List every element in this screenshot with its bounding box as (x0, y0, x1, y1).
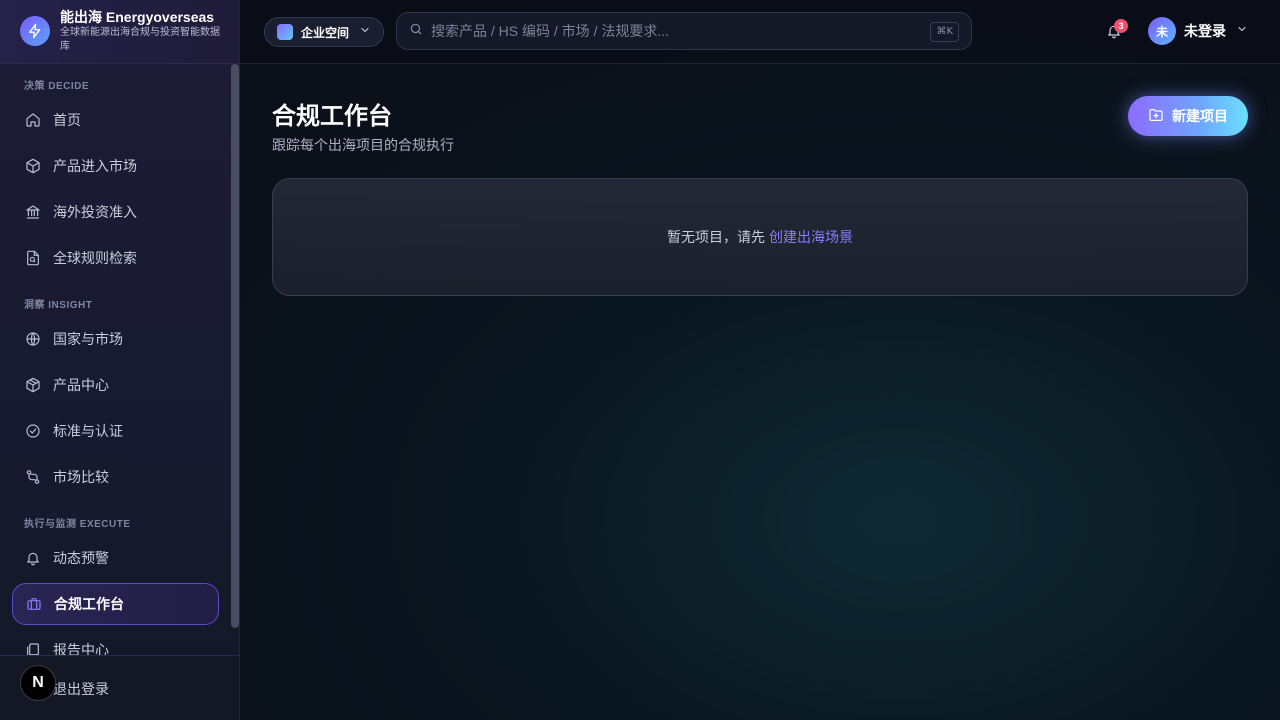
sidebar-item-countries-markets[interactable]: 国家与市场 (12, 318, 219, 360)
search-input[interactable] (431, 23, 911, 39)
globe-icon (25, 331, 41, 347)
page-subtitle: 跟踪每个出海项目的合规执行 (272, 137, 454, 153)
bell-icon (25, 550, 41, 566)
check-circle-icon (25, 423, 41, 439)
section-label-execute: 执行与监测 EXECUTE (24, 519, 131, 530)
chevron-down-icon (359, 23, 371, 41)
sidebar-item-label: 标准与认证 (53, 423, 123, 439)
sidebar-scrollbar[interactable] (231, 64, 239, 628)
sidebar-item-label: 首页 (53, 112, 81, 128)
box-icon (25, 158, 41, 174)
workspace-color-icon (277, 24, 293, 40)
user-menu[interactable]: 未 未登录 (1148, 17, 1248, 45)
chevron-down-icon (1236, 22, 1248, 40)
logout-label: 退出登录 (53, 681, 109, 697)
workspace-label: 企业空间 (301, 25, 350, 40)
sidebar-item-label: 产品中心 (53, 377, 109, 393)
sidebar-item-product-market-entry[interactable]: 产品进入市场 (12, 145, 219, 187)
sidebar-item-compliance-workbench[interactable]: 合规工作台 (12, 583, 219, 625)
sidebar-item-overseas-investment[interactable]: 海外投资准入 (12, 191, 219, 233)
sidebar-item-home[interactable]: 首页 (12, 99, 219, 141)
sidebar-nav: 决策 DECIDE 首页 产品进入市场 海外投资准入 全球规则检索 洞察 INS… (0, 64, 230, 656)
empty-projects-card: 暂无项目，请先 创建出海场景 (272, 178, 1248, 296)
search-shortcut-hint: ⌘K (930, 22, 959, 42)
notification-count-badge: 3 (1114, 19, 1128, 33)
brand-subtitle: 全球新能源出海合规与投资智能数据库 (60, 27, 220, 52)
bank-icon (25, 204, 41, 220)
workspace-switcher[interactable]: 企业空间 (264, 17, 384, 47)
new-project-button[interactable]: 新建项目 (1128, 96, 1248, 136)
sidebar-item-alerts[interactable]: 动态预警 (12, 537, 219, 579)
create-scenario-link[interactable]: 创建出海场景 (769, 227, 853, 247)
new-project-label: 新建项目 (1172, 108, 1228, 124)
next-dev-badge[interactable]: N (20, 665, 56, 701)
brand-header[interactable]: 能出海 Energyoverseas 全球新能源出海合规与投资智能数据库 (0, 0, 239, 64)
sidebar-item-label: 国家与市场 (53, 331, 123, 347)
sidebar-item-standards-certification[interactable]: 标准与认证 (12, 410, 219, 452)
page-title: 合规工作台 (272, 103, 392, 130)
empty-state-text: 暂无项目，请先 (667, 229, 765, 245)
section-label-insight: 洞察 INSIGHT (24, 300, 93, 311)
sidebar-item-product-center[interactable]: 产品中心 (12, 364, 219, 406)
topbar: 企业空间 ⌘K 3 未 未登录 (240, 0, 1280, 64)
avatar: 未 (1148, 17, 1176, 45)
sidebar-item-global-rules-search[interactable]: 全球规则检索 (12, 237, 219, 279)
sidebar-item-market-compare[interactable]: 市场比较 (12, 456, 219, 498)
sidebar-item-label: 产品进入市场 (53, 158, 137, 174)
home-icon (25, 112, 41, 128)
sidebar-item-label: 海外投资准入 (53, 204, 137, 220)
briefcase-icon (26, 596, 42, 612)
section-label-decide: 决策 DECIDE (24, 81, 90, 92)
search-box[interactable]: ⌘K (396, 12, 972, 50)
package-icon (25, 377, 41, 393)
sidebar-item-label: 全球规则检索 (53, 250, 137, 266)
lightning-logo-icon (20, 16, 50, 46)
folder-plus-icon (1148, 107, 1164, 126)
sidebar-item-label: 合规工作台 (54, 596, 124, 612)
sidebar: 能出海 Energyoverseas 全球新能源出海合规与投资智能数据库 决策 … (0, 0, 240, 720)
sidebar-item-label: 报告中心 (53, 642, 109, 656)
compare-icon (25, 469, 41, 485)
copy-icon (25, 642, 41, 656)
user-name: 未登录 (1184, 23, 1226, 39)
brand-title: 能出海 Energyoverseas (60, 9, 215, 25)
sidebar-item-label: 动态预警 (53, 550, 109, 566)
sidebar-item-report-center[interactable]: 报告中心 (12, 629, 219, 656)
file-search-icon (25, 250, 41, 266)
search-icon (409, 22, 423, 41)
sidebar-item-label: 市场比较 (53, 469, 109, 485)
